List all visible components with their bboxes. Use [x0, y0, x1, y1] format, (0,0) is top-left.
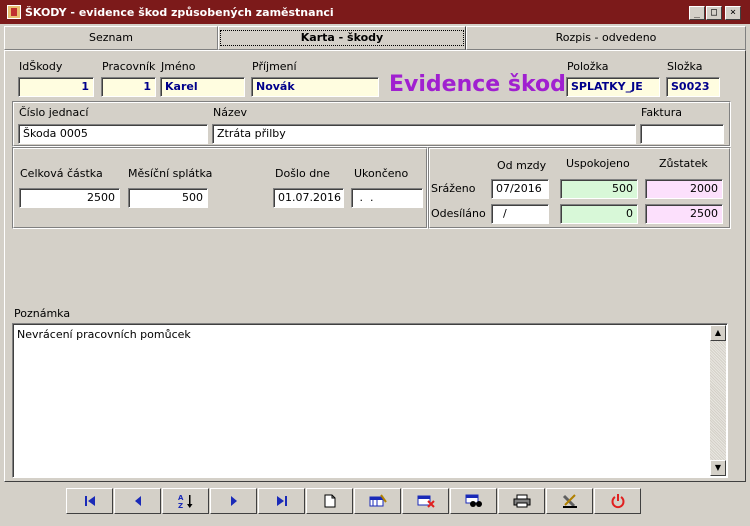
tools-button[interactable] — [546, 488, 593, 514]
invoice-field[interactable] — [640, 124, 724, 144]
title-bar: ŠKODY - evidence škod způsobených zaměst… — [0, 0, 750, 24]
close-button[interactable]: × — [725, 6, 741, 20]
sent-paid-field[interactable]: 0 — [560, 204, 638, 224]
tools-icon — [562, 494, 577, 508]
first-record-icon — [84, 496, 95, 506]
first-record-button[interactable] — [66, 488, 113, 514]
arrived-field[interactable]: 01.07.2016 — [273, 188, 344, 208]
new-record-icon — [324, 494, 335, 508]
note-textarea[interactable]: Nevrácení pracovních pomůcek ▲ ▼ — [12, 323, 728, 478]
name-field[interactable]: Ztráta přilby — [212, 124, 636, 144]
last-record-button[interactable] — [258, 488, 305, 514]
tab-seznam[interactable]: Seznam — [4, 26, 218, 50]
delete-record-icon — [417, 495, 435, 508]
page-heading: Evidence škod — [389, 72, 566, 97]
item-label: Položka — [567, 60, 609, 73]
find-icon — [465, 494, 482, 507]
maximize-button[interactable]: □ — [706, 6, 722, 20]
paid-label: Uspokojeno — [566, 157, 630, 170]
note-scrollbar[interactable]: ▲ ▼ — [710, 325, 726, 476]
sort-az-icon: A Z — [178, 494, 192, 509]
record-toolbar: A Z — [66, 488, 641, 514]
last-record-icon — [276, 496, 287, 506]
new-record-button[interactable] — [306, 488, 353, 514]
lastname-label: Příjmení — [252, 60, 297, 73]
monthly-field[interactable]: 500 — [128, 188, 208, 208]
lastname-field[interactable]: Novák — [251, 77, 379, 97]
note-text: Nevrácení pracovních pomůcek — [17, 328, 191, 341]
tab-rozpis-odvedeno-label: Rozpis - odvedeno — [555, 31, 657, 44]
svg-text:Z: Z — [178, 502, 183, 509]
deducted-from-field[interactable]: 07/2016 — [491, 179, 549, 199]
total-label: Celková částka — [20, 167, 103, 180]
deducted-label: Sráženo — [431, 182, 476, 195]
invoice-label: Faktura — [641, 106, 682, 119]
worker-field[interactable]: 1 — [101, 77, 156, 97]
id-label: IdŠkody — [19, 60, 63, 73]
tab-karta-skody[interactable]: Karta - škody — [218, 26, 466, 50]
prev-record-button[interactable] — [114, 488, 161, 514]
ref-number-label: Číslo jednací — [19, 106, 89, 119]
arrived-label: Došlo dne — [275, 167, 330, 180]
firstname-field[interactable]: Karel — [160, 77, 245, 97]
svg-text:A: A — [178, 494, 184, 502]
next-record-icon — [230, 496, 237, 506]
minimize-button[interactable]: _ — [689, 6, 705, 20]
worker-label: Pracovník — [102, 60, 156, 73]
tab-karta-skody-label: Karta - škody — [219, 30, 465, 46]
ref-number-field[interactable]: Škoda 0005 — [18, 124, 208, 144]
tab-rozpis-odvedeno[interactable]: Rozpis - odvedeno — [466, 26, 746, 50]
scroll-down-icon[interactable]: ▼ — [710, 460, 726, 476]
total-field[interactable]: 2500 — [19, 188, 120, 208]
delete-record-button[interactable] — [402, 488, 449, 514]
component-field[interactable]: S0023 — [666, 77, 720, 97]
deducted-paid-field[interactable]: 500 — [560, 179, 638, 199]
edit-record-button[interactable] — [354, 488, 401, 514]
sent-balance-field[interactable]: 2500 — [645, 204, 723, 224]
ended-field[interactable]: . . — [351, 188, 423, 208]
exit-button[interactable] — [594, 488, 641, 514]
name-label: Název — [213, 106, 248, 119]
deducted-balance-field[interactable]: 2000 — [645, 179, 723, 199]
sent-label: Odesíláno — [431, 207, 486, 220]
monthly-label: Měsíční splátka — [128, 167, 213, 180]
window-title: ŠKODY - evidence škod způsobených zaměst… — [25, 5, 334, 19]
component-label: Složka — [667, 60, 703, 73]
find-button[interactable] — [450, 488, 497, 514]
firstname-label: Jméno — [161, 60, 196, 73]
ended-label: Ukončeno — [354, 167, 409, 180]
from-wage-label: Od mzdy — [497, 159, 547, 172]
print-button[interactable] — [498, 488, 545, 514]
prev-record-icon — [134, 496, 141, 506]
scroll-up-icon[interactable]: ▲ — [710, 325, 726, 341]
item-field[interactable]: SPLATKY_JE — [566, 77, 660, 97]
balance-label: Zůstatek — [659, 157, 708, 170]
id-field[interactable]: 1 — [18, 77, 94, 97]
sort-button[interactable]: A Z — [162, 488, 209, 514]
sent-from-field[interactable]: / — [491, 204, 549, 224]
note-label: Poznámka — [14, 307, 71, 320]
edit-record-icon — [369, 494, 387, 507]
print-icon — [513, 494, 530, 508]
tab-seznam-label: Seznam — [89, 31, 133, 44]
next-record-button[interactable] — [210, 488, 257, 514]
app-icon — [7, 5, 21, 19]
power-icon — [611, 494, 624, 509]
